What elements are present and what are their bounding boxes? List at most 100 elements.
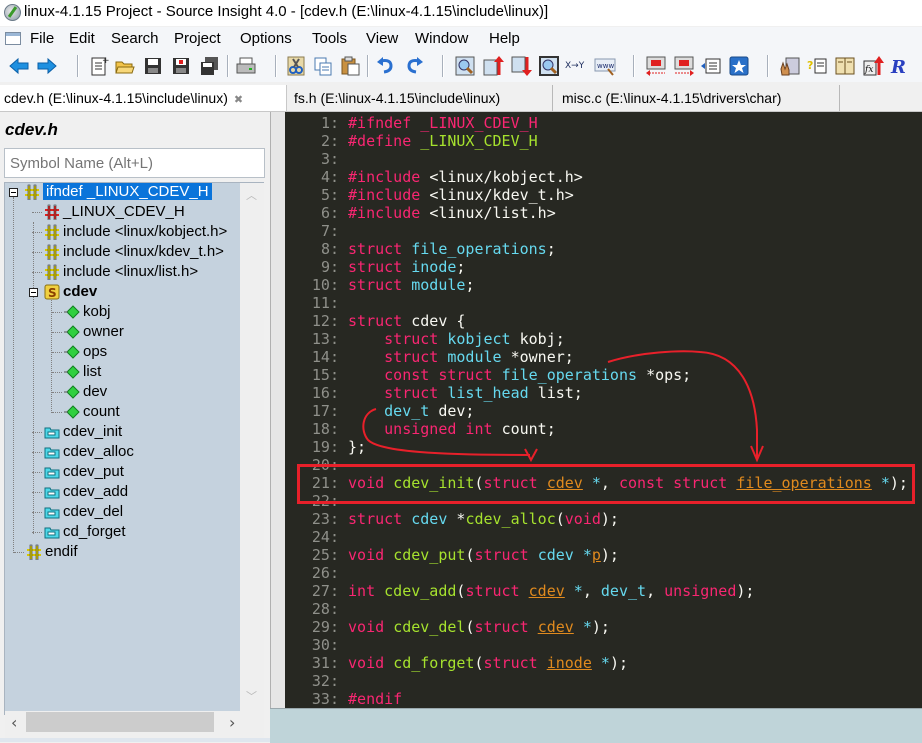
code-line[interactable]: 11: [285,294,348,312]
undo-icon[interactable] [375,55,397,77]
copy-icon[interactable] [312,55,334,77]
search-backward-icon[interactable] [482,55,504,77]
code-line[interactable]: 14: struct module *owner; [285,348,574,366]
tree-item[interactable]: Scdev [44,282,97,302]
code-line[interactable]: 7: [285,222,348,240]
relation-icon[interactable]: R [890,55,912,78]
code-line[interactable]: 30: [285,636,348,654]
symbol-search-input[interactable] [4,148,265,178]
code-line[interactable]: 12: struct cdev { [285,312,466,330]
print-icon[interactable] [235,55,257,77]
tree-item[interactable]: owner [64,322,124,342]
help-icon[interactable]: ? [806,55,828,77]
forward-icon[interactable] [36,55,58,77]
close-tab-icon[interactable]: ✖ [234,94,243,106]
tree-item[interactable]: cdev_add [44,482,128,502]
context-icon[interactable] [779,55,801,77]
code-line[interactable]: 8: struct file_operations; [285,240,556,258]
menu-file[interactable]: File [30,30,54,47]
scroll-right-icon[interactable]: › [229,713,235,732]
save-all-icon[interactable] [198,55,220,77]
code-line[interactable]: 18: unsigned int count; [285,420,556,438]
symbol-window-icon[interactable] [700,55,722,77]
bookmark-icon[interactable] [728,55,750,77]
code-line[interactable]: 26: [285,564,348,582]
collapse-toggle-icon[interactable] [9,188,18,197]
tree-item[interactable]: _LINUX_CDEV_H [44,202,185,222]
code-line[interactable]: 25: void cdev_put(struct cdev *p); [285,546,619,564]
save-as-icon[interactable] [170,55,192,77]
code-line[interactable]: 17: dev_t dev; [285,402,475,420]
function-icon[interactable]: fx [862,55,884,77]
tree-item[interactable]: cd_forget [44,522,126,542]
code-line[interactable]: 31: void cd_forget(struct inode *); [285,654,628,672]
back-icon[interactable] [8,55,30,77]
menu-search[interactable]: Search [111,30,159,47]
code-line[interactable]: 5: #include <linux/kdev_t.h> [285,186,574,204]
tree-item[interactable]: dev [64,382,107,402]
code-line[interactable]: 28: [285,600,348,618]
menu-tools[interactable]: Tools [312,30,347,47]
code-line[interactable]: 32: [285,672,348,690]
tree-item[interactable]: include <linux/kobject.h> [44,222,227,242]
tree-vertical-scrollbar[interactable]: ︿ ﹀ [240,183,264,714]
browse-web-icon[interactable]: www [594,55,616,77]
tree-item[interactable]: count [64,402,120,422]
scroll-up-icon[interactable]: ︿ [246,187,257,203]
tree-item[interactable]: cdev_alloc [44,442,134,462]
menu-options[interactable]: Options [240,30,292,47]
tree-item[interactable]: cdev_put [44,462,124,482]
code-line[interactable]: 27: int cdev_add(struct cdev *, dev_t, u… [285,582,755,600]
code-line[interactable]: 2: #define _LINUX_CDEV_H [285,132,538,150]
code-line[interactable]: 19: }; [285,438,366,456]
tree-item[interactable]: kobj [64,302,111,322]
tab-misc-c[interactable]: misc.c (E:\linux-4.1.15\drivers\char) [558,85,840,111]
tab-cdev-h[interactable]: cdev.h (E:\linux-4.1.15\include\linux) ✖ [0,85,287,111]
code-line[interactable]: 3: [285,150,348,168]
code-line[interactable]: 29: void cdev_del(struct cdev *); [285,618,610,636]
save-icon[interactable] [142,55,164,77]
tree-item[interactable]: ifndef _LINUX_CDEV_H [24,182,212,202]
search-project-icon[interactable] [538,55,560,77]
tab-fs-h[interactable]: fs.h (E:\linux-4.1.15\include\linux) [290,85,553,111]
tree-item[interactable]: include <linux/list.h> [44,262,198,282]
code-line[interactable]: 33: #endif [285,690,402,708]
menu-window[interactable]: Window [415,30,468,47]
new-file-icon[interactable]: + [88,55,110,77]
search-icon[interactable] [454,55,476,77]
document-menu-icon[interactable] [5,32,21,45]
code-line[interactable]: 6: #include <linux/list.h> [285,204,556,222]
menu-project[interactable]: Project [174,30,221,47]
cut-icon[interactable] [285,55,307,77]
panel-splitter[interactable] [270,112,285,712]
scroll-left-icon[interactable]: ‹ [11,713,17,732]
tree-scroll-thumb[interactable] [26,712,214,732]
code-line[interactable]: 24: [285,528,348,546]
code-line[interactable]: 23: struct cdev *cdev_alloc(void); [285,510,619,528]
code-line[interactable]: 15: const struct file_operations *ops; [285,366,691,384]
symbol-reference-link[interactable]: cdev [538,618,574,636]
code-line[interactable]: 9: struct inode; [285,258,466,276]
jump-forward-icon[interactable] [673,55,695,77]
code-line[interactable]: 16: struct list_head list; [285,384,583,402]
collapse-toggle-icon[interactable] [29,288,38,297]
paste-icon[interactable] [339,55,361,77]
code-line[interactable]: 10: struct module; [285,276,475,294]
tree-item[interactable]: cdev_del [44,502,123,522]
jump-back-icon[interactable] [645,55,667,77]
code-line[interactable]: 1: #ifndef _LINUX_CDEV_H [285,114,538,132]
tree-item[interactable]: endif [26,542,78,562]
replace-icon[interactable]: X→Y [565,55,587,77]
open-file-icon[interactable] [114,55,136,77]
tree-item[interactable]: include <linux/kdev_t.h> [44,242,224,262]
scroll-down-icon[interactable]: ﹀ [246,688,257,704]
symbol-reference-link[interactable]: inode [547,654,592,672]
symbol-reference-link[interactable]: cdev [529,582,565,600]
symbol-reference-link[interactable]: p [592,546,601,564]
search-forward-icon[interactable] [510,55,532,77]
menu-view[interactable]: View [366,30,398,47]
code-line[interactable]: 4: #include <linux/kobject.h> [285,168,583,186]
menu-help[interactable]: Help [489,30,520,47]
tree-item[interactable]: cdev_init [44,422,122,442]
code-line[interactable]: 13: struct kobject kobj; [285,330,565,348]
